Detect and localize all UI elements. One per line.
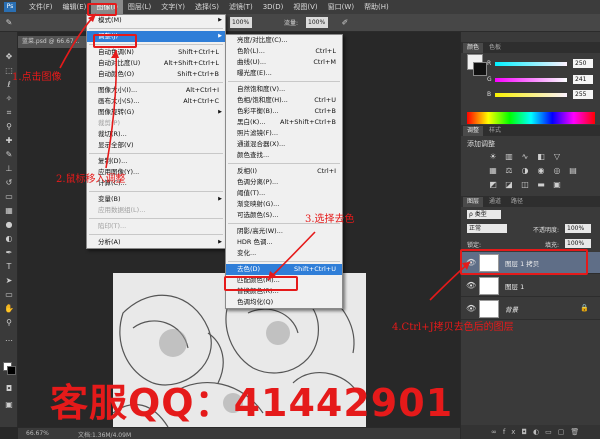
- annotation-step4: 4.Ctrl+J拷贝去色后的图层: [392, 322, 514, 333]
- annotation-step1: 1.点击图像: [12, 72, 62, 83]
- annotation-step2: 2.鼠标移入调整: [56, 174, 126, 185]
- annotation-step3: 3.选择去色: [305, 214, 355, 225]
- contact-watermark: 客服QQ：41442901: [50, 381, 454, 425]
